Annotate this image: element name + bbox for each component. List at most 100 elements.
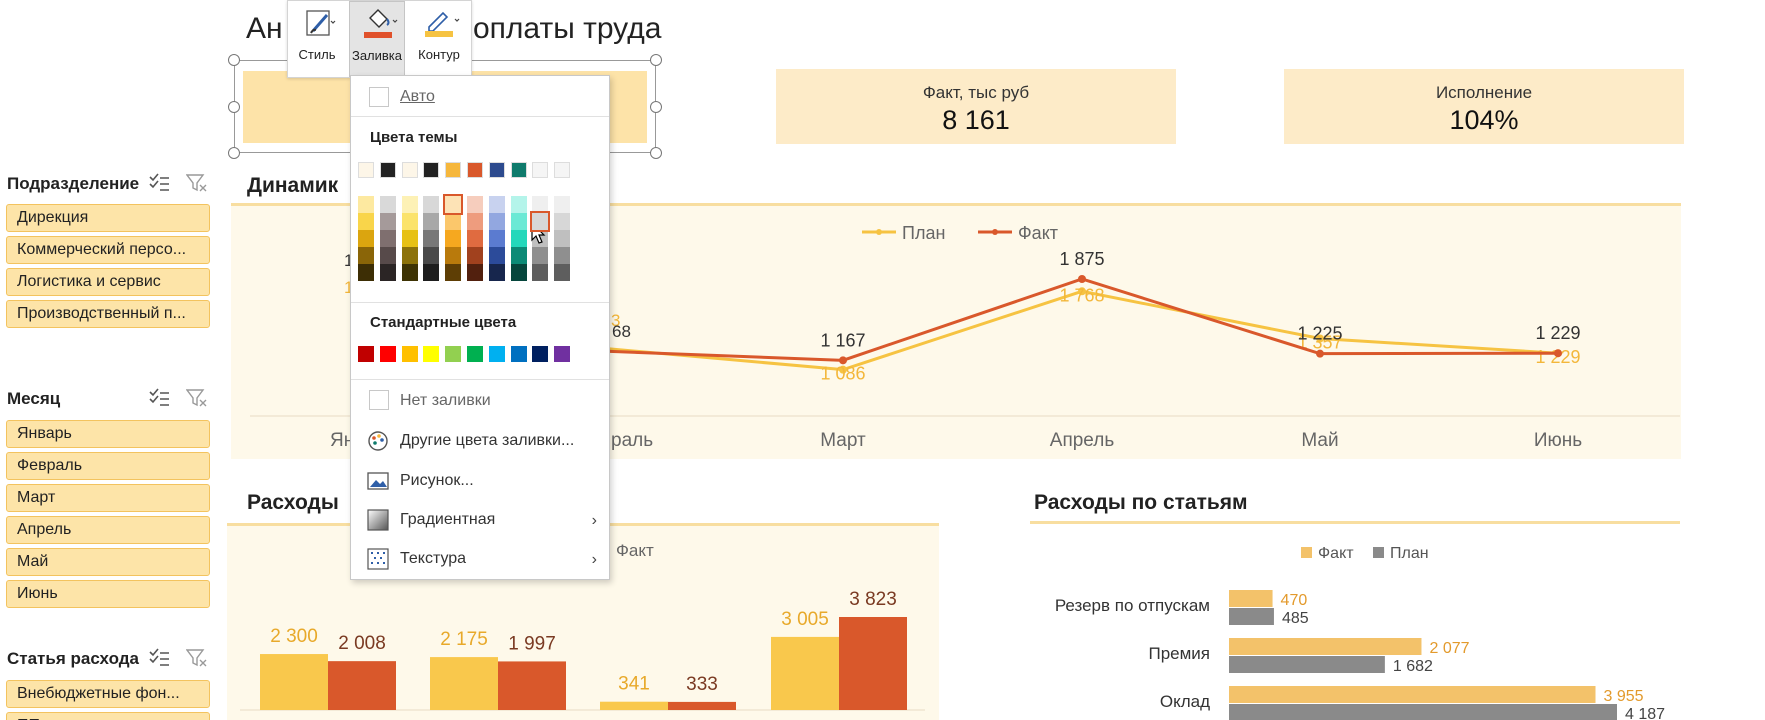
theme-color-swatch[interactable] [379, 162, 396, 178]
theme-color-swatch[interactable] [358, 196, 374, 213]
standard-color-swatch[interactable] [532, 346, 549, 362]
theme-color-swatch[interactable] [401, 162, 418, 178]
category-label: Резерв по отпускам [1055, 596, 1210, 615]
menu-separator [351, 302, 609, 303]
theme-color-swatch[interactable] [379, 230, 396, 247]
theme-color-swatch[interactable] [423, 196, 440, 213]
menu-item-more-colors[interactable]: Другие цвета заливки... [351, 423, 609, 459]
chevron-right-icon: › [591, 512, 597, 529]
theme-color-swatch[interactable] [510, 247, 527, 264]
theme-color-swatch[interactable] [554, 213, 571, 230]
theme-color-swatch[interactable] [554, 264, 571, 281]
legend-label: Факт [1318, 545, 1354, 562]
theme-color-swatch[interactable] [423, 264, 440, 281]
standard-color-swatch[interactable] [488, 346, 505, 362]
theme-color-swatch[interactable] [488, 230, 505, 247]
theme-color-swatch[interactable] [379, 264, 396, 281]
bar [1229, 590, 1273, 607]
theme-color-swatch[interactable] [445, 264, 462, 281]
theme-color-swatch[interactable] [488, 264, 505, 281]
theme-color-swatch[interactable] [358, 264, 374, 281]
theme-color-swatch[interactable] [467, 162, 483, 178]
style-button[interactable]: Стиль [289, 1, 345, 77]
bar [1229, 656, 1385, 673]
theme-color-swatch[interactable] [401, 213, 418, 230]
theme-color-swatch[interactable] [510, 213, 527, 230]
hbar-chart-svg: Факт План Резерв по отпускам Премия Оклад 470… [1055, 545, 1665, 720]
theme-color-swatch[interactable] [467, 264, 483, 281]
bar [1229, 638, 1422, 655]
theme-color-swatch[interactable] [445, 230, 462, 247]
menu-item-auto[interactable]: Авто [351, 79, 609, 115]
theme-color-swatch[interactable] [423, 213, 440, 230]
no-fill-swatch [369, 390, 389, 410]
theme-color-swatch[interactable] [554, 196, 571, 213]
menu-item-no-fill[interactable]: Нет заливки [351, 383, 609, 419]
standard-color-swatch[interactable] [467, 346, 483, 362]
menu-item-texture[interactable]: Текстура › [351, 541, 609, 577]
standard-color-swatch[interactable] [423, 346, 440, 362]
theme-color-swatch[interactable] [554, 230, 571, 247]
theme-color-swatch[interactable] [532, 247, 549, 264]
theme-color-swatch[interactable] [488, 162, 505, 178]
bar [1229, 608, 1274, 625]
theme-color-swatch[interactable] [532, 196, 549, 213]
theme-color-swatch[interactable] [532, 162, 549, 178]
theme-color-swatch[interactable] [358, 162, 374, 178]
theme-color-swatch[interactable] [510, 230, 527, 247]
theme-color-swatch[interactable] [467, 230, 483, 247]
theme-color-swatch[interactable] [358, 230, 374, 247]
theme-color-swatch[interactable] [401, 196, 418, 213]
theme-color-swatch[interactable] [467, 213, 483, 230]
menu-item-gradient-label: Градиентная [400, 511, 496, 528]
theme-color-swatch[interactable] [379, 213, 396, 230]
standard-color-swatch[interactable] [554, 346, 571, 362]
standard-colors-heading: Стандартные цвета [370, 314, 517, 331]
standard-color-swatch[interactable] [379, 346, 396, 362]
theme-color-swatch[interactable] [467, 196, 483, 213]
theme-color-swatch[interactable] [401, 264, 418, 281]
pen-outline-icon [425, 11, 460, 37]
theme-color-swatch[interactable] [488, 213, 505, 230]
theme-color-swatch[interactable] [488, 196, 505, 213]
theme-color-swatch[interactable] [532, 264, 549, 281]
category-label: Оклад [1160, 692, 1210, 711]
theme-color-swatch[interactable] [554, 162, 571, 178]
outline-button[interactable]: Контур [411, 1, 467, 77]
theme-color-swatch[interactable] [423, 230, 440, 247]
theme-color-swatch[interactable] [423, 247, 440, 264]
mini-toolbar: Стиль Заливка Контур [287, 0, 472, 78]
data-label: 1 682 [1393, 658, 1433, 675]
texture-icon [367, 548, 389, 570]
fill-color-menu: Авто Цвета темы Стандартные цвета Нет за… [350, 75, 610, 580]
theme-color-swatch[interactable] [467, 247, 483, 264]
menu-item-picture[interactable]: Рисунок... [351, 463, 609, 499]
standard-color-swatch[interactable] [401, 346, 418, 362]
theme-color-swatch[interactable] [443, 194, 464, 215]
theme-color-swatch[interactable] [445, 162, 462, 178]
theme-color-swatch[interactable] [401, 230, 418, 247]
theme-color-swatch[interactable] [445, 247, 462, 264]
theme-color-swatch[interactable] [530, 211, 551, 232]
theme-color-swatch[interactable] [510, 264, 527, 281]
standard-color-swatch[interactable] [358, 346, 374, 362]
standard-color-swatch[interactable] [510, 346, 527, 362]
theme-color-swatch[interactable] [510, 162, 527, 178]
theme-color-swatch[interactable] [554, 247, 571, 264]
data-label: 4 187 [1625, 706, 1665, 720]
theme-color-swatch[interactable] [401, 247, 418, 264]
theme-color-swatch[interactable] [379, 196, 396, 213]
menu-item-auto-label: Авто [400, 88, 435, 105]
theme-color-swatch[interactable] [358, 213, 374, 230]
theme-color-swatch[interactable] [423, 162, 440, 178]
fill-button[interactable]: Заливка [349, 1, 405, 77]
auto-swatch [369, 87, 389, 107]
theme-color-swatch[interactable] [445, 213, 462, 230]
theme-color-swatch[interactable] [379, 247, 396, 264]
menu-separator [351, 116, 609, 117]
menu-item-gradient[interactable]: Градиентная › [351, 502, 609, 538]
theme-color-swatch[interactable] [510, 196, 527, 213]
theme-color-swatch[interactable] [358, 247, 374, 264]
theme-color-swatch[interactable] [488, 247, 505, 264]
standard-color-swatch[interactable] [445, 346, 462, 362]
